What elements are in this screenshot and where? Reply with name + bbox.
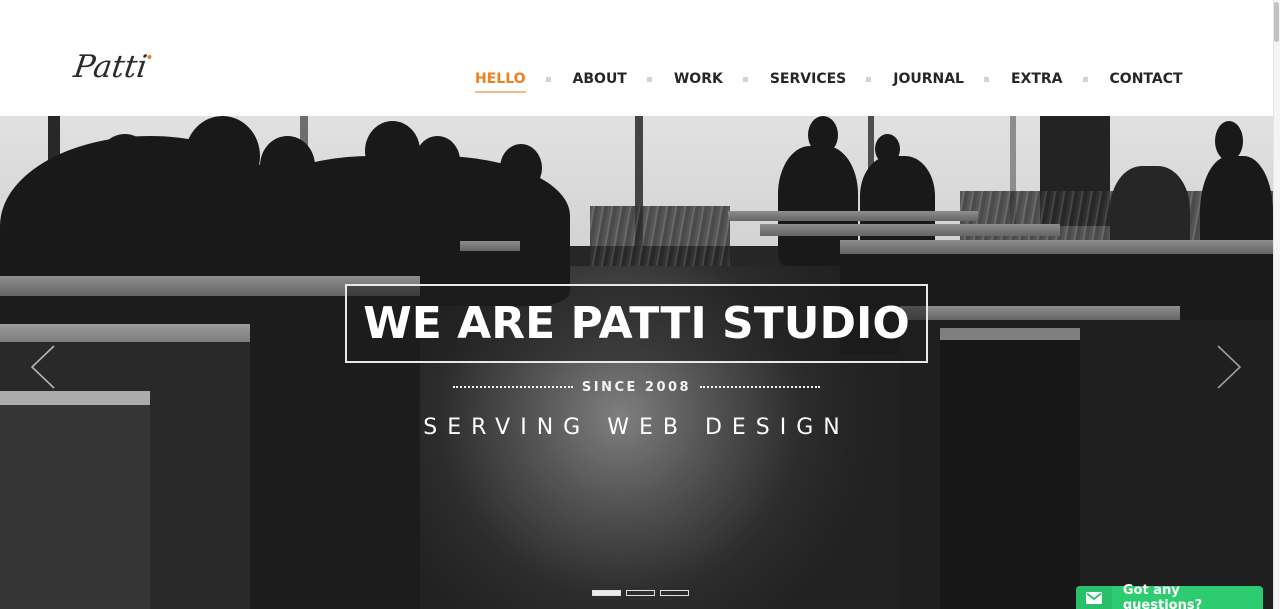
slide-indicator-2[interactable] <box>626 590 655 596</box>
slider-next-button[interactable] <box>1214 344 1244 390</box>
logo-dot <box>146 55 152 59</box>
chat-widget-label: Got any questions? <box>1122 583 1203 609</box>
since-row: SINCE 2008 <box>453 378 820 396</box>
page-scrollbar[interactable] <box>1273 0 1280 609</box>
logo[interactable]: Patti <box>71 49 152 85</box>
nav-separator-icon <box>1082 76 1088 82</box>
since-text: SINCE 2008 <box>581 379 692 395</box>
chat-widget-button[interactable]: Got any questions? <box>1076 583 1263 609</box>
nav-item-services[interactable]: SERVICES <box>770 71 846 87</box>
hero-subtitle: SERVING WEB DESIGN <box>423 415 850 440</box>
envelope-icon <box>1085 592 1102 604</box>
hero-title: WE ARE PATTI STUDIO <box>363 298 910 349</box>
nav-item-contact[interactable]: CONTACT <box>1110 71 1183 87</box>
nav-separator-icon <box>545 76 551 82</box>
chevron-left-icon <box>30 345 55 389</box>
slider-pagination <box>592 590 689 596</box>
chevron-right-icon <box>1217 345 1242 389</box>
logo-text: Patti <box>71 49 150 85</box>
nav-separator-icon <box>983 76 989 82</box>
nav-separator-icon <box>742 76 748 82</box>
slide-indicator-1[interactable] <box>592 590 621 596</box>
hero-slider: WE ARE PATTI STUDIO SINCE 2008 SERVING W… <box>0 116 1273 609</box>
nav-separator-icon <box>646 76 652 82</box>
slide-indicator-3[interactable] <box>660 590 689 596</box>
scrollbar-thumb[interactable] <box>1274 2 1279 42</box>
nav-item-extra[interactable]: EXTRA <box>1011 71 1063 87</box>
dotted-divider-left <box>453 386 573 388</box>
hero-title-box: WE ARE PATTI STUDIO <box>345 284 928 363</box>
slider-prev-button[interactable] <box>28 344 58 390</box>
nav-item-hello[interactable]: HELLO <box>475 71 526 93</box>
main-nav: HELLO ABOUT WORK SERVICES JOURNAL EXTRA … <box>475 69 1183 93</box>
site-header: Patti HELLO ABOUT WORK SERVICES JOURNAL … <box>0 0 1273 116</box>
nav-item-about[interactable]: ABOUT <box>573 71 627 87</box>
nav-item-journal[interactable]: JOURNAL <box>893 71 964 87</box>
dotted-divider-right <box>700 386 820 388</box>
nav-item-work[interactable]: WORK <box>674 71 723 87</box>
nav-separator-icon <box>866 76 872 82</box>
envelope-icon-wrap <box>1076 586 1112 609</box>
